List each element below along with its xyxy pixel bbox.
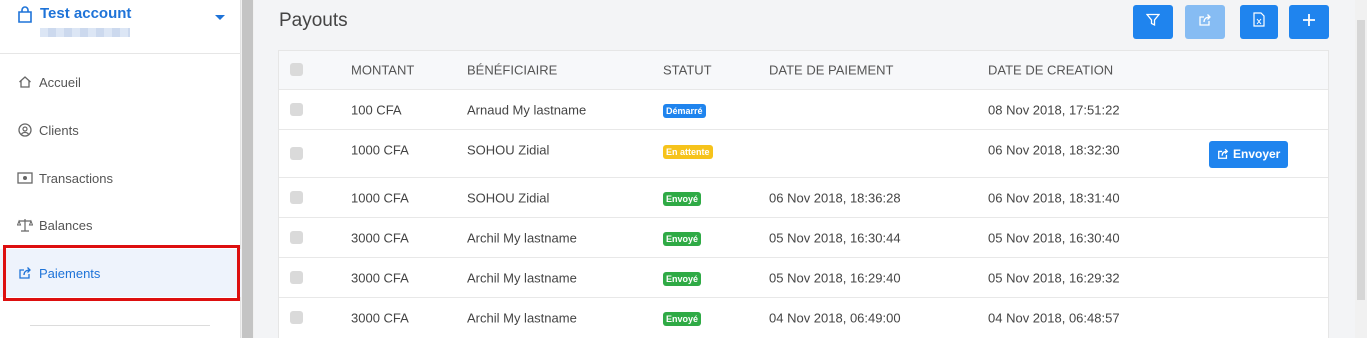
sidebar: Test account Accueil Clients Transaction… — [0, 0, 241, 338]
amount-cell: 1000 CFA — [351, 190, 409, 205]
share-icon — [1217, 148, 1229, 160]
status-cell: Envoyé — [663, 310, 702, 326]
status-badge: En attente — [663, 144, 713, 159]
column-header-beneficiaire[interactable]: BÉNÉFICIAIRE — [467, 63, 557, 78]
share-button[interactable] — [1185, 5, 1225, 39]
scrollbar-thumb[interactable] — [242, 0, 253, 338]
divider — [30, 325, 210, 326]
beneficiary-cell: Archil My lastname — [467, 310, 577, 326]
status-badge: Envoyé — [663, 271, 702, 286]
account-id-redacted — [40, 28, 130, 37]
amount-cell: 3000 CFA — [351, 270, 409, 285]
status-cell: Envoyé — [663, 190, 702, 206]
row-checkbox[interactable] — [290, 270, 303, 284]
created-date-cell: 06 Nov 2018, 18:32:30 — [988, 142, 1120, 157]
status-badge: Envoyé — [663, 231, 702, 246]
envoyer-label: Envoyer — [1233, 147, 1281, 161]
export-excel-button[interactable] — [1240, 5, 1278, 39]
beneficiary-cell: Archil My lastname — [467, 270, 577, 285]
table-row[interactable]: 1000 CFA SOHOU Zidial Envoyé 06 Nov 2018… — [279, 178, 1328, 218]
created-date-cell: 05 Nov 2018, 16:29:32 — [988, 270, 1120, 285]
sidebar-item-label: Accueil — [39, 74, 81, 90]
beneficiary-cell: Archil My lastname — [467, 230, 577, 245]
created-date-cell: 04 Nov 2018, 06:48:57 — [988, 310, 1120, 326]
status-cell: Démarré — [663, 102, 706, 118]
amount-cell: 3000 CFA — [351, 230, 409, 245]
excel-file-icon — [1253, 12, 1265, 32]
paid-date-cell: 04 Nov 2018, 06:49:00 — [769, 310, 901, 326]
page-scrollbar[interactable] — [1355, 0, 1367, 338]
page-title: Payouts — [279, 10, 348, 31]
paid-date-cell: 06 Nov 2018, 18:36:28 — [769, 190, 901, 205]
sidebar-item-balances[interactable]: Balances — [0, 201, 241, 249]
status-cell: Envoyé — [663, 270, 702, 286]
status-badge: Démarré — [663, 103, 706, 118]
home-icon — [17, 74, 33, 90]
beneficiary-cell: SOHOU Zidial — [467, 190, 550, 205]
filter-icon — [1145, 13, 1161, 32]
account-name: Test account — [40, 5, 132, 22]
created-date-cell: 06 Nov 2018, 18:31:40 — [988, 190, 1120, 205]
account-switcher[interactable]: Test account — [0, 0, 241, 54]
status-cell: En attente — [663, 143, 713, 159]
sidebar-item-clients[interactable]: Clients — [0, 106, 241, 154]
row-checkbox[interactable] — [290, 190, 303, 204]
sidebar-item-transactions[interactable]: Transactions — [0, 154, 241, 202]
sidebar-item-label: Transactions — [39, 170, 113, 186]
paid-date-cell: 05 Nov 2018, 16:30:44 — [769, 230, 901, 245]
column-header-date-paiement[interactable]: DATE DE PAIEMENT — [769, 63, 893, 78]
chevron-down-icon[interactable] — [215, 15, 225, 20]
amount-cell: 1000 CFA — [351, 142, 409, 157]
add-button[interactable] — [1289, 5, 1329, 39]
select-all-checkbox[interactable] — [290, 63, 303, 76]
money-icon — [17, 170, 33, 186]
shopping-bag-icon — [17, 6, 33, 24]
scrollbar-thumb[interactable] — [1357, 20, 1365, 300]
beneficiary-cell: Arnaud My lastname — [467, 102, 587, 117]
table-row[interactable]: 3000 CFA Archil My lastname Envoyé 05 No… — [279, 218, 1328, 258]
row-checkbox[interactable] — [290, 102, 303, 116]
user-circle-icon — [17, 122, 33, 138]
amount-cell: 3000 CFA — [351, 310, 409, 326]
status-cell: Envoyé — [663, 230, 702, 246]
plus-icon — [1302, 13, 1316, 32]
beneficiary-cell: SOHOU Zidial — [467, 142, 550, 157]
scale-icon — [17, 217, 33, 233]
table-row[interactable]: 3000 CFA Archil My lastname Envoyé 05 No… — [279, 258, 1328, 298]
envoyer-button[interactable]: Envoyer — [1209, 140, 1289, 168]
row-checkbox[interactable] — [290, 311, 303, 324]
table-header: MONTANT BÉNÉFICIAIRE STATUT DATE DE PAIE… — [279, 51, 1328, 90]
sidebar-scrollbar[interactable] — [241, 0, 254, 338]
row-checkbox[interactable] — [290, 230, 303, 244]
table-row[interactable]: 100 CFA Arnaud My lastname Démarré 08 No… — [279, 90, 1328, 130]
column-header-montant[interactable]: MONTANT — [351, 63, 414, 78]
paid-date-cell: 05 Nov 2018, 16:29:40 — [769, 270, 901, 285]
share-icon — [1198, 13, 1212, 32]
column-header-statut[interactable]: STATUT — [663, 63, 712, 78]
created-date-cell: 05 Nov 2018, 16:30:40 — [988, 230, 1120, 245]
table-row[interactable]: 1000 CFA SOHOU Zidial En attente 06 Nov … — [279, 130, 1328, 178]
row-checkbox[interactable] — [290, 146, 303, 160]
created-date-cell: 08 Nov 2018, 17:51:22 — [988, 102, 1120, 117]
column-header-date-creation[interactable]: DATE DE CREATION — [988, 63, 1113, 78]
status-badge: Envoyé — [663, 191, 702, 206]
selection-highlight — [3, 245, 240, 301]
payouts-table: MONTANT BÉNÉFICIAIRE STATUT DATE DE PAIE… — [278, 50, 1329, 338]
sidebar-item-label: Balances — [39, 217, 93, 233]
status-badge: Envoyé — [663, 312, 702, 326]
filter-button[interactable] — [1133, 5, 1173, 39]
sidebar-item-accueil[interactable]: Accueil — [0, 58, 241, 106]
sidebar-item-label: Clients — [39, 122, 79, 138]
amount-cell: 100 CFA — [351, 102, 402, 117]
table-row[interactable]: 3000 CFA Archil My lastname Envoyé 04 No… — [279, 298, 1328, 338]
